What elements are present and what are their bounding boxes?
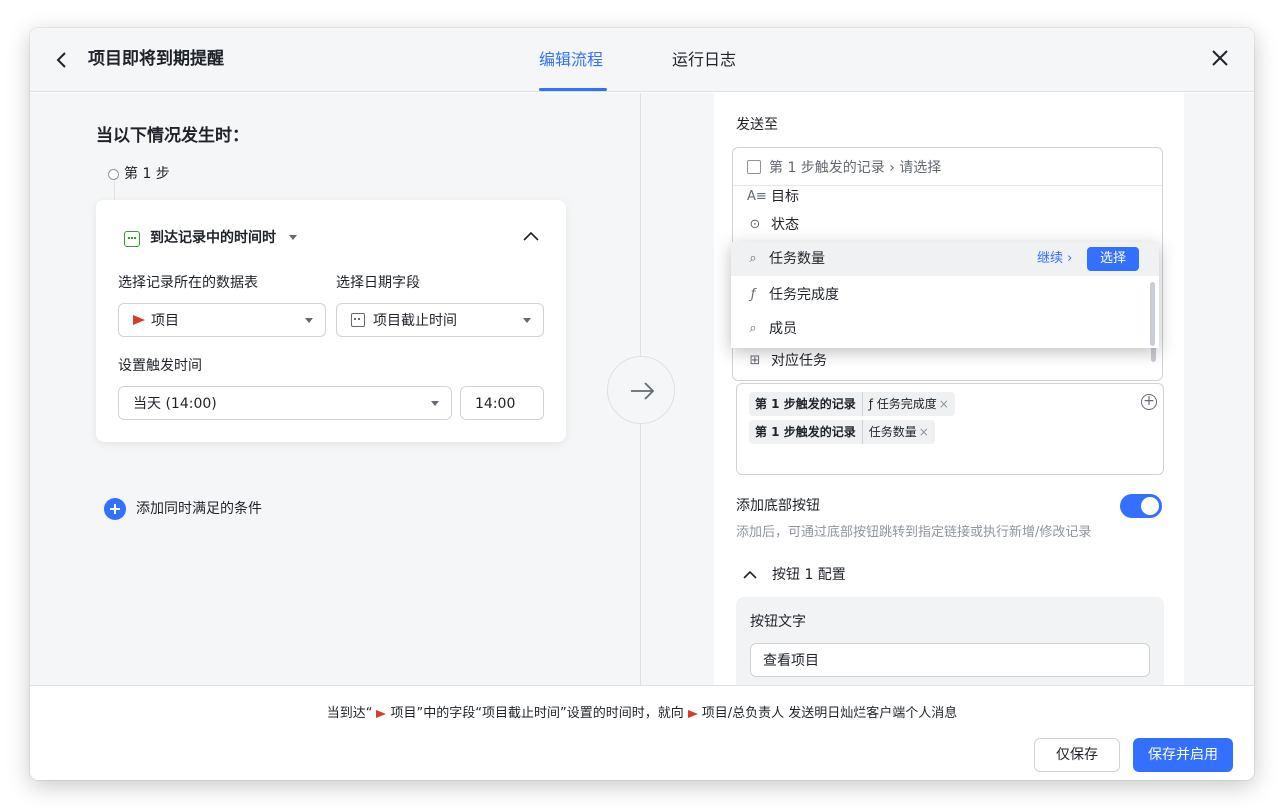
table-field-label: 选择记录所在的数据表 xyxy=(118,275,258,291)
time-option-value: 当天 (14:00) xyxy=(133,396,217,412)
footer: 当到达“ 项目”中的字段“项目截止时间”设置的时间时，就向 项目/总负责人 发送明日… xyxy=(30,685,1254,780)
date-trigger-icon xyxy=(124,231,140,247)
add-bottom-button-toggle[interactable] xyxy=(1120,494,1162,518)
date-field-label: 选择日期字段 xyxy=(336,275,420,291)
editor-body: 当以下情况发生时： 第 1 步 到达记录中的时间时 选择记录所在的数据表 选择日… xyxy=(30,93,1254,697)
back-icon[interactable] xyxy=(52,48,72,72)
save-button[interactable]: 仅保存 xyxy=(1034,738,1120,772)
table-select[interactable]: 项目 xyxy=(118,303,326,337)
project-flag-icon xyxy=(376,709,387,718)
add-condition-button[interactable]: 添加同时满足的条件 xyxy=(136,498,262,520)
chevron-up-icon[interactable] xyxy=(742,569,758,579)
table-select-value: 项目 xyxy=(151,313,179,329)
add-bottom-button-label: 添加底部按钮 xyxy=(736,498,820,514)
chevron-down-icon xyxy=(431,401,439,406)
add-icon[interactable] xyxy=(104,498,126,520)
field-dropdown-menu: ⌕ 任务数量 继续 › 选择 ƒ 任务完成度 ⌕ 成员 xyxy=(731,242,1159,348)
lookup-icon: ⌕ xyxy=(749,321,757,336)
chip-source: 第 1 步触发的记录 xyxy=(749,420,863,444)
option-label: 目标 xyxy=(771,189,799,205)
recipient-chip: 第 1 步触发的记录 任务数量 × xyxy=(749,420,935,444)
date-field-icon xyxy=(351,312,365,327)
automation-editor-window: 项目即将到期提醒 编辑流程 运行日志 当以下情况发生时： 第 1 步 到达记录中… xyxy=(30,28,1254,780)
close-icon[interactable] xyxy=(1210,48,1230,68)
tab-run-log[interactable]: 运行日志 xyxy=(672,48,736,72)
menu-scrollbar[interactable] xyxy=(1150,282,1155,346)
recipient-chips[interactable]: 第 1 步触发的记录 ƒ 任务完成度 × 第 1 步触发的记录 任务数量 × + xyxy=(736,383,1164,475)
page-title: 项目即将到期提醒 xyxy=(88,49,224,69)
chip-field: ƒ 任务完成度 xyxy=(868,397,937,411)
button-config-panel: 按钮文字 查看项目 xyxy=(736,597,1164,697)
chip-field: 任务数量 xyxy=(868,425,917,439)
flow-arrow xyxy=(607,356,675,424)
chevron-down-icon xyxy=(288,235,297,240)
summary-table: 项目 xyxy=(390,706,417,721)
collapse-icon[interactable] xyxy=(522,230,540,242)
remove-icon[interactable]: × xyxy=(939,397,949,411)
option-members[interactable]: ⌕ 成员 xyxy=(731,312,1159,346)
time-field-label: 设置触发时间 xyxy=(118,358,202,374)
option-label: 任务数量 xyxy=(769,251,825,267)
status-icon: ⊙ xyxy=(749,217,761,232)
project-flag-icon xyxy=(133,315,145,325)
date-field-select[interactable]: 项目截止时间 xyxy=(336,303,544,337)
flow-summary: 当到达“ 项目”中的字段“项目截止时间”设置的时间时，就向 项目/总负责人 发送明日… xyxy=(30,704,1254,724)
date-select-value: 项目截止时间 xyxy=(373,313,457,329)
trigger-card: 到达记录中的时间时 选择记录所在的数据表 选择日期字段 项目 项目截止时间 设置… xyxy=(96,200,566,442)
summary-suffix: 发送明日灿烂客户端个人消息 xyxy=(784,706,958,721)
option-task-count[interactable]: ⌕ 任务数量 继续 › 选择 xyxy=(731,242,1159,276)
time-input[interactable]: 14:00 xyxy=(460,386,544,420)
summary-middle: ”中的字段“项目截止时间”设置的时间时，就向 xyxy=(416,706,684,721)
option-task-progress[interactable]: ƒ 任务完成度 xyxy=(731,278,1159,312)
add-bottom-button-desc: 添加后，可通过底部按钮跳转到指定链接或执行新增/修改记录 xyxy=(736,525,1092,540)
record-icon xyxy=(747,160,761,174)
trigger-type-label: 到达记录中的时间时 xyxy=(150,230,276,246)
link-icon: ⊞ xyxy=(749,353,761,368)
chip-source: 第 1 步触发的记录 xyxy=(749,392,863,416)
save-and-enable-button[interactable]: 保存并启用 xyxy=(1133,738,1233,772)
option-linked-task[interactable]: ⊞ 对应任务 xyxy=(733,344,1162,378)
time-option-select[interactable]: 当天 (14:00) xyxy=(118,386,452,420)
trigger-type-select[interactable]: 到达记录中的时间时 xyxy=(150,227,297,249)
add-recipient-icon[interactable]: + xyxy=(1141,394,1157,410)
remove-icon[interactable]: × xyxy=(919,425,929,439)
button-config-header[interactable]: 按钮 1 配置 xyxy=(772,564,846,586)
button-text-label: 按钮文字 xyxy=(750,614,806,630)
recipient-chip: 第 1 步触发的记录 ƒ 任务完成度 × xyxy=(749,392,955,416)
formula-icon: ƒ xyxy=(750,287,756,302)
lookup-icon: ⌕ xyxy=(749,251,757,266)
record-path-text: 第 1 步触发的记录 › 请选择 xyxy=(769,160,942,176)
active-tab-indicator xyxy=(539,88,607,91)
summary-target: 项目/总负责人 xyxy=(701,706,785,721)
chevron-down-icon xyxy=(305,318,313,323)
summary-prefix: 当到达“ xyxy=(326,706,373,721)
text-icon: A≡ xyxy=(747,189,767,204)
option-label: 任务完成度 xyxy=(769,287,839,303)
option-status[interactable]: ⊙ 状态 xyxy=(733,208,1162,242)
trigger-section-title: 当以下情况发生时： xyxy=(96,126,249,146)
option-label: 状态 xyxy=(771,217,799,233)
project-flag-icon xyxy=(687,709,698,718)
action-panel: 发送至 第 1 步触发的记录 › 请选择 A≡ 目标 ⊙ 状态 ⊞ 对应任务 第… xyxy=(714,93,1184,697)
step-label: 第 1 步 xyxy=(124,166,170,182)
header: 项目即将到期提醒 编辑流程 运行日志 xyxy=(30,28,1254,92)
arrow-right-icon xyxy=(631,382,655,400)
step-connector xyxy=(114,181,115,201)
tab-edit-flow[interactable]: 编辑流程 xyxy=(539,48,603,72)
send-to-label: 发送至 xyxy=(736,117,778,133)
button-text-input[interactable]: 查看项目 xyxy=(750,643,1150,677)
select-button[interactable]: 选择 xyxy=(1087,247,1139,271)
time-input-value: 14:00 xyxy=(475,396,516,412)
option-label: 对应任务 xyxy=(771,353,827,369)
option-label: 成员 xyxy=(769,321,797,337)
chevron-down-icon xyxy=(523,318,531,323)
button-text-value: 查看项目 xyxy=(763,653,819,669)
step-marker xyxy=(108,169,119,180)
continue-link[interactable]: 继续 › xyxy=(1037,250,1072,268)
